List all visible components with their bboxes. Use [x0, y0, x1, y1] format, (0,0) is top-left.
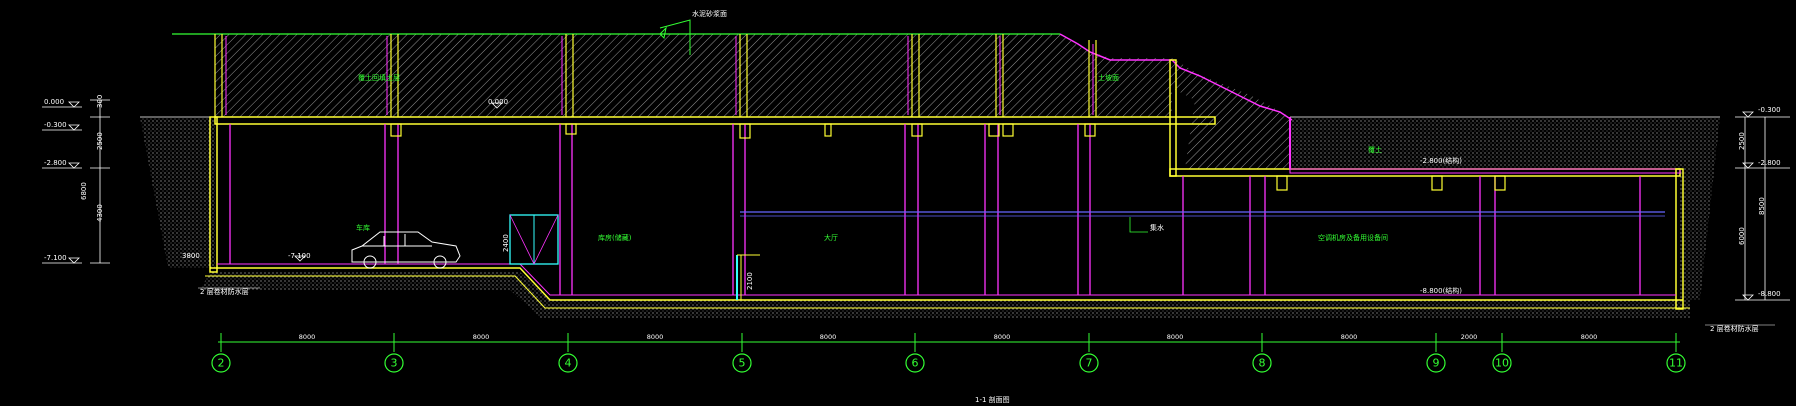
car-icon	[351, 231, 461, 269]
grid-axis-8: 8	[1259, 357, 1266, 370]
roof-earth-cover	[215, 34, 1290, 169]
right-level-1: -2.800	[1758, 159, 1781, 167]
room-garage: 车库	[356, 223, 370, 232]
grid-axis-7: 7	[1086, 357, 1093, 370]
level-slab-mid: -2.800(结构)	[1420, 156, 1462, 165]
grid-dim-5: 8000	[1167, 333, 1184, 341]
grid-dim-8: 8000	[1581, 333, 1598, 341]
drawing-title: 1-1 剖面图	[975, 395, 1010, 404]
door-garage-diag1	[509, 214, 535, 265]
grid-axis-6: 6	[912, 357, 919, 370]
left-level-2: -2.800	[44, 159, 67, 167]
grid-dim-7: 2000	[1461, 333, 1478, 341]
left-vdim-0: 300	[96, 95, 104, 108]
grid-axis-2: 2	[218, 357, 225, 370]
section-drawing: 水泥砂浆面 覆土回填土层 土坡面 覆土 0.000 -7.100 -2.800(…	[42, 9, 1790, 404]
right-soil	[1680, 117, 1720, 300]
grid-axis-3: 3	[391, 357, 398, 370]
left-vdim-3: 4300	[96, 204, 104, 222]
room-storage: 库房(储藏)	[598, 233, 632, 242]
right-edge-note: 2 层卷材防水层	[1710, 324, 1759, 333]
right-vdim-0: 2500	[1738, 132, 1746, 150]
right-vdim-2: 8500	[1758, 197, 1766, 215]
roof-slab	[214, 116, 1216, 125]
level-roof: 0.000	[488, 98, 508, 106]
door-garage-diag2	[533, 214, 559, 265]
door-height-0: 2400	[502, 234, 510, 252]
grid-axis-9: 9	[1433, 357, 1440, 370]
left-width-dim: 3800	[182, 252, 200, 260]
right-vdim-1: 6000	[1738, 227, 1746, 245]
grid-axis-11: 11	[1669, 357, 1683, 370]
room-hall: 大厅	[824, 233, 838, 242]
left-vdim-2: 6800	[80, 182, 88, 200]
right-level-2: -8.800	[1758, 290, 1781, 298]
grid-dim-3: 8000	[820, 333, 837, 341]
left-soil	[140, 117, 215, 268]
grid-dim-2: 8000	[647, 333, 664, 341]
grid-axis-circles	[211, 353, 1686, 373]
grid-dim-4: 8000	[994, 333, 1011, 341]
grid-dim-1: 8000	[473, 333, 490, 341]
slope-label: 土坡面	[1098, 73, 1119, 82]
back-fill-label: 覆土	[1368, 145, 1382, 154]
grid-axis-5: 5	[739, 357, 746, 370]
top-note: 水泥砂浆面	[692, 9, 727, 18]
room-drain: 集水	[1150, 223, 1164, 232]
level-garage-floor: -7.100	[288, 252, 311, 260]
grid-dim-0: 8000	[299, 333, 316, 341]
grid-dim-6: 8000	[1341, 333, 1358, 341]
fill-label: 覆土回填土层	[358, 73, 400, 82]
back-fill-soil	[1290, 117, 1680, 169]
right-level-0: -0.300	[1758, 106, 1781, 114]
left-edge-note: 2 层卷材防水层	[200, 287, 249, 296]
left-level-0: 0.000	[44, 98, 64, 106]
left-level-3: -7.100	[44, 254, 67, 262]
door-height-1: 2100	[746, 272, 754, 290]
left-vdim-1: 2500	[96, 132, 104, 150]
room-plant: 空调机房及备用设备间	[1318, 233, 1388, 242]
drain-leader	[1129, 217, 1148, 233]
grid-axis-4: 4	[565, 357, 572, 370]
left-level-1: -0.300	[44, 121, 67, 129]
level-deep-floor: -8.800(结构)	[1420, 286, 1462, 295]
grid-axis-10: 10	[1495, 357, 1509, 370]
